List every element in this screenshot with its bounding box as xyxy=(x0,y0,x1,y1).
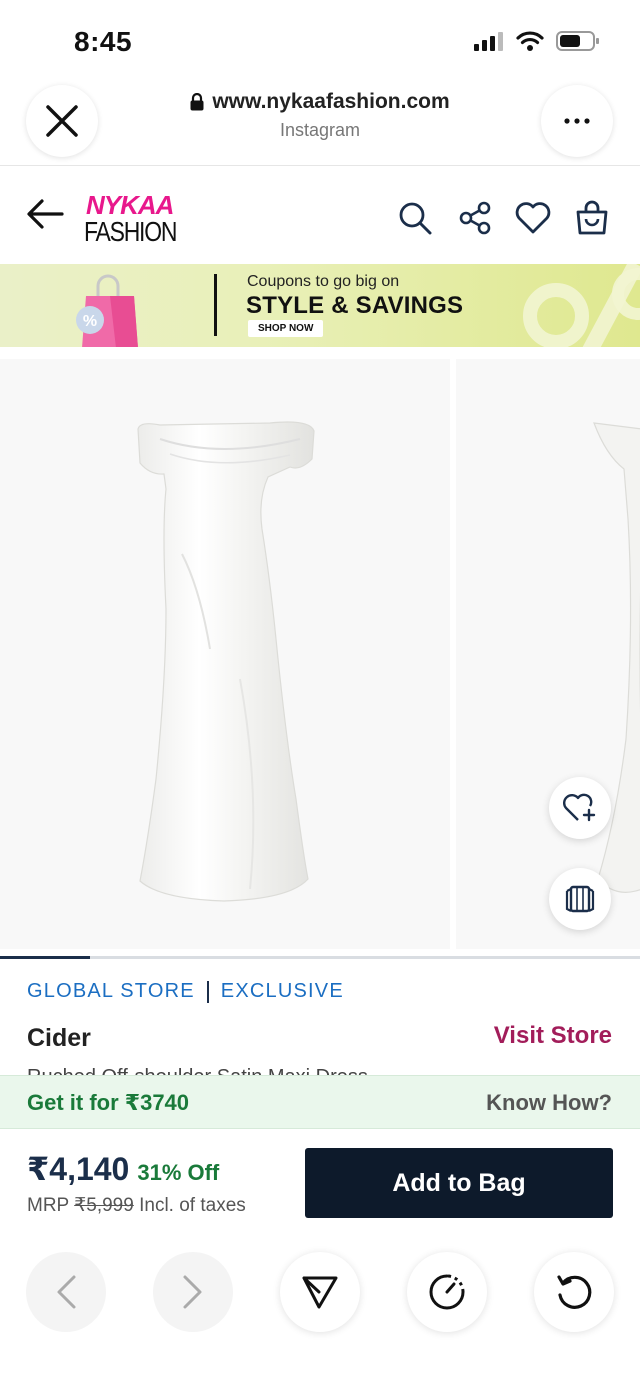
brand-name[interactable]: Cider xyxy=(27,1024,91,1053)
current-price: ₹4,140 xyxy=(27,1151,130,1187)
browser-speed-button[interactable] xyxy=(407,1252,487,1332)
browser-reload-button[interactable] xyxy=(534,1252,614,1332)
banner-subtitle: Coupons to go big on xyxy=(247,273,400,290)
share-icon xyxy=(459,201,491,235)
product-image-gallery[interactable] xyxy=(0,347,640,957)
lock-icon xyxy=(190,93,204,111)
add-to-bag-button[interactable]: Add to Bag xyxy=(305,1148,613,1218)
add-to-wishlist-button[interactable] xyxy=(549,777,611,839)
more-icon xyxy=(564,118,590,124)
browser-send-button[interactable] xyxy=(280,1252,360,1332)
status-bar: 8:45 xyxy=(0,0,640,80)
share-button[interactable] xyxy=(457,200,493,236)
virtual-try-on-button[interactable] xyxy=(549,868,611,930)
chevron-right-icon xyxy=(183,1275,202,1309)
url-text: www.nykaafashion.com xyxy=(212,90,450,113)
timer-icon xyxy=(429,1274,465,1310)
gallery-progress-fill xyxy=(0,956,90,959)
percent-decoration xyxy=(523,264,640,347)
visit-store-link[interactable]: Visit Store xyxy=(494,1022,612,1050)
tax-note: Incl. of taxes xyxy=(139,1195,246,1216)
chevron-left-icon xyxy=(57,1275,76,1309)
banner-divider xyxy=(214,274,217,336)
heart-icon xyxy=(515,202,551,234)
product-image-main[interactable] xyxy=(0,359,450,949)
status-icons xyxy=(474,30,600,52)
price-bar: ₹4,140 31% Off MRP ₹5,999 Incl. of taxes… xyxy=(0,1130,640,1235)
nykaa-fashion-logo[interactable]: NYKAA FASHION xyxy=(84,190,184,250)
browser-back-button[interactable] xyxy=(26,1252,106,1332)
product-image-next[interactable] xyxy=(456,359,640,949)
wifi-icon xyxy=(516,31,544,51)
battery-icon xyxy=(556,31,599,51)
white-satin-dress-image-partial xyxy=(593,422,640,893)
banner-title: STYLE & SAVINGS xyxy=(246,292,464,319)
back-button[interactable] xyxy=(26,198,64,235)
mrp-line: MRP ₹5,999 Incl. of taxes xyxy=(27,1194,246,1217)
browser-url-bar: www.nykaafashion.com Instagram xyxy=(0,80,640,166)
search-button[interactable] xyxy=(397,200,433,236)
app-header: NYKAA FASHION xyxy=(0,166,640,264)
try-on-icon xyxy=(565,885,595,913)
store-tags: GLOBAL STORE EXCLUSIVE xyxy=(27,980,344,1003)
white-satin-dress-image xyxy=(137,421,315,902)
logo-bottom-text: FASHION xyxy=(84,216,177,247)
tag-separator xyxy=(206,980,209,1003)
promo-banner[interactable]: % Coupons to go big on STYLE & SAVINGS S… xyxy=(0,264,640,347)
discount-percent: 31% Off xyxy=(137,1160,220,1185)
shopping-bag-icon xyxy=(576,200,608,235)
mrp-label: MRP xyxy=(27,1195,69,1216)
banner-shop-now-button[interactable]: SHOP NOW xyxy=(248,320,324,337)
browser-toolbar xyxy=(0,1235,640,1384)
offer-price-text: Get it for ₹3740 xyxy=(27,1090,190,1115)
back-arrow-icon xyxy=(27,199,64,229)
mrp-value: ₹5,999 xyxy=(74,1195,134,1216)
exclusive-tag: EXCLUSIVE xyxy=(220,980,344,1002)
reload-icon xyxy=(557,1275,592,1309)
bag-button[interactable] xyxy=(574,200,610,236)
send-icon xyxy=(302,1276,338,1309)
gallery-progress-track xyxy=(0,956,640,959)
price-main: ₹4,140 31% Off xyxy=(27,1150,219,1188)
wishlist-button[interactable] xyxy=(515,200,551,236)
search-icon xyxy=(399,202,432,235)
global-store-tag: GLOBAL STORE xyxy=(27,980,195,1002)
svg-text:%: % xyxy=(83,313,97,330)
cellular-signal-icon xyxy=(474,32,503,51)
heart-plus-icon xyxy=(563,793,596,822)
know-how-link[interactable]: Know How? xyxy=(486,1090,612,1116)
shopping-bag-illustration: % xyxy=(76,274,138,347)
status-time: 8:45 xyxy=(74,26,133,57)
browser-forward-button[interactable] xyxy=(153,1252,233,1332)
more-options-button[interactable] xyxy=(541,85,613,157)
offer-strip[interactable]: Get it for ₹3740 Know How? xyxy=(0,1075,640,1129)
